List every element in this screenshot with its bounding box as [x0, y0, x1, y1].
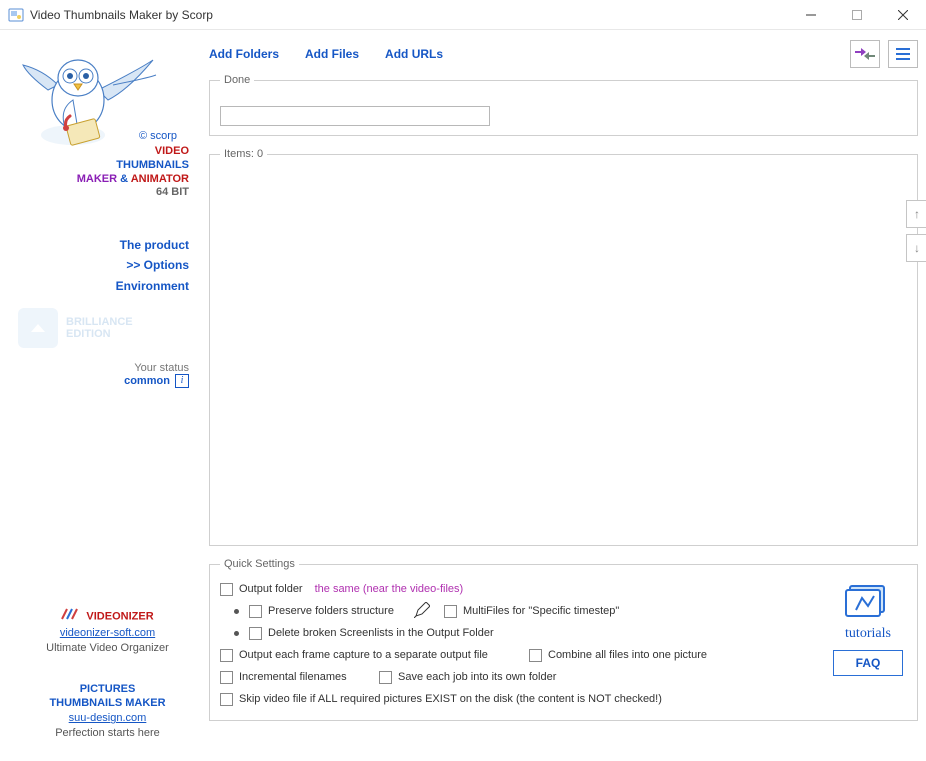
progress-bar — [220, 106, 490, 126]
output-folder-label: Output folder — [239, 583, 303, 595]
done-legend: Done — [220, 74, 254, 86]
titlebar: Video Thumbnails Maker by Scorp — [0, 0, 926, 30]
edit-icon[interactable] — [414, 602, 430, 621]
faq-button[interactable]: FAQ — [833, 650, 903, 676]
ptm-link[interactable]: suu-design.com — [69, 712, 147, 724]
status-value: common — [124, 375, 170, 387]
items-legend: Items: 0 — [220, 148, 267, 160]
save-each-checkbox[interactable] — [379, 671, 392, 684]
add-files-button[interactable]: Add Files — [305, 47, 359, 61]
multifiles-label: MultiFiles for "Specific timestep" — [463, 605, 619, 617]
reorder-arrows: ↑ ↓ — [906, 200, 926, 262]
each-frame-label: Output each frame capture to a separate … — [239, 649, 529, 661]
preserve-checkbox[interactable] — [249, 605, 262, 618]
quick-legend: Quick Settings — [220, 558, 299, 570]
add-urls-button[interactable]: Add URLs — [385, 47, 443, 61]
bullet-icon — [234, 609, 239, 614]
preserve-label: Preserve folders structure — [268, 605, 394, 617]
content-area: Add Folders Add Files Add URLs Done Item… — [205, 30, 926, 761]
window-title: Video Thumbnails Maker by Scorp — [30, 8, 788, 22]
toolbar: Add Folders Add Files Add URLs — [209, 40, 918, 68]
tutorials-label[interactable]: tutorials — [833, 626, 903, 642]
ptm-promo: PICTURES THUMBNAILS MAKER suu-design.com… — [18, 682, 197, 741]
status-label: Your status — [18, 362, 189, 374]
videonizer-heading: VIDEONIZER — [86, 610, 153, 622]
incremental-label: Incremental filenames — [239, 671, 379, 683]
ptm-line1: PICTURES — [18, 682, 197, 697]
ptm-sub: Perfection starts here — [18, 726, 197, 741]
videonizer-promo: VIDEONIZER videonizer-soft.com Ultimate … — [18, 607, 197, 656]
add-folders-button[interactable]: Add Folders — [209, 47, 279, 61]
info-icon[interactable]: i — [175, 374, 189, 388]
move-up-button[interactable]: ↑ — [906, 200, 926, 228]
tutorials-icon[interactable] — [844, 580, 892, 624]
quick-settings-fieldset: Quick Settings Output folder the same (n… — [209, 558, 918, 721]
save-each-label: Save each job into its own folder — [398, 671, 556, 683]
combine-checkbox[interactable] — [529, 649, 542, 662]
nav-product[interactable]: The product — [18, 235, 189, 255]
move-down-button[interactable]: ↓ — [906, 234, 926, 262]
combine-label: Combine all files into one picture — [548, 649, 707, 661]
maximize-button[interactable] — [834, 0, 880, 30]
minimize-button[interactable] — [788, 0, 834, 30]
scorp-copyright: © scorp — [139, 130, 177, 142]
bullet-icon — [234, 631, 239, 636]
app-icon — [8, 7, 24, 23]
sidebar-nav: The product >> Options Environment — [18, 235, 197, 296]
nav-options[interactable]: >> Options — [18, 255, 189, 275]
output-folder-value: the same (near the video-files) — [315, 583, 464, 595]
edition-icon — [18, 308, 58, 348]
videonizer-link[interactable]: videonizer-soft.com — [60, 627, 155, 639]
sidebar: © scorp VIDEO THUMBNAILS MAKER & ANIMATO… — [0, 30, 205, 761]
videonizer-icon — [61, 607, 79, 626]
videonizer-sub: Ultimate Video Organizer — [18, 641, 197, 656]
edition-line1: BRILLIANCE — [66, 316, 133, 328]
list-icon-button[interactable] — [888, 40, 918, 68]
edition-line2: EDITION — [66, 328, 133, 340]
status-block: Your status common i — [18, 362, 197, 388]
logo-area: © scorp VIDEO THUMBNAILS MAKER & ANIMATO… — [18, 40, 197, 200]
nav-environment[interactable]: Environment — [18, 276, 189, 296]
skip-checkbox[interactable] — [220, 693, 233, 706]
items-fieldset: Items: 0 — [209, 148, 918, 546]
skip-label: Skip video file if ALL required pictures… — [239, 693, 662, 705]
output-folder-checkbox[interactable] — [220, 583, 233, 596]
incremental-checkbox[interactable] — [220, 671, 233, 684]
multifiles-checkbox[interactable] — [444, 605, 457, 618]
brand-block: VIDEO THUMBNAILS MAKER & ANIMATOR 64 BIT — [77, 145, 189, 200]
each-frame-checkbox[interactable] — [220, 649, 233, 662]
done-fieldset: Done — [209, 74, 918, 136]
tutorials-block: tutorials FAQ — [833, 580, 903, 676]
edition-block: BRILLIANCE EDITION — [18, 308, 197, 348]
delete-broken-checkbox[interactable] — [249, 627, 262, 640]
delete-broken-label: Delete broken Screenlists in the Output … — [268, 627, 494, 639]
owl-logo-icon — [18, 40, 158, 150]
close-button[interactable] — [880, 0, 926, 30]
ptm-line2: THUMBNAILS MAKER — [18, 696, 197, 711]
items-list[interactable] — [220, 168, 907, 535]
transfer-icon-button[interactable] — [850, 40, 880, 68]
